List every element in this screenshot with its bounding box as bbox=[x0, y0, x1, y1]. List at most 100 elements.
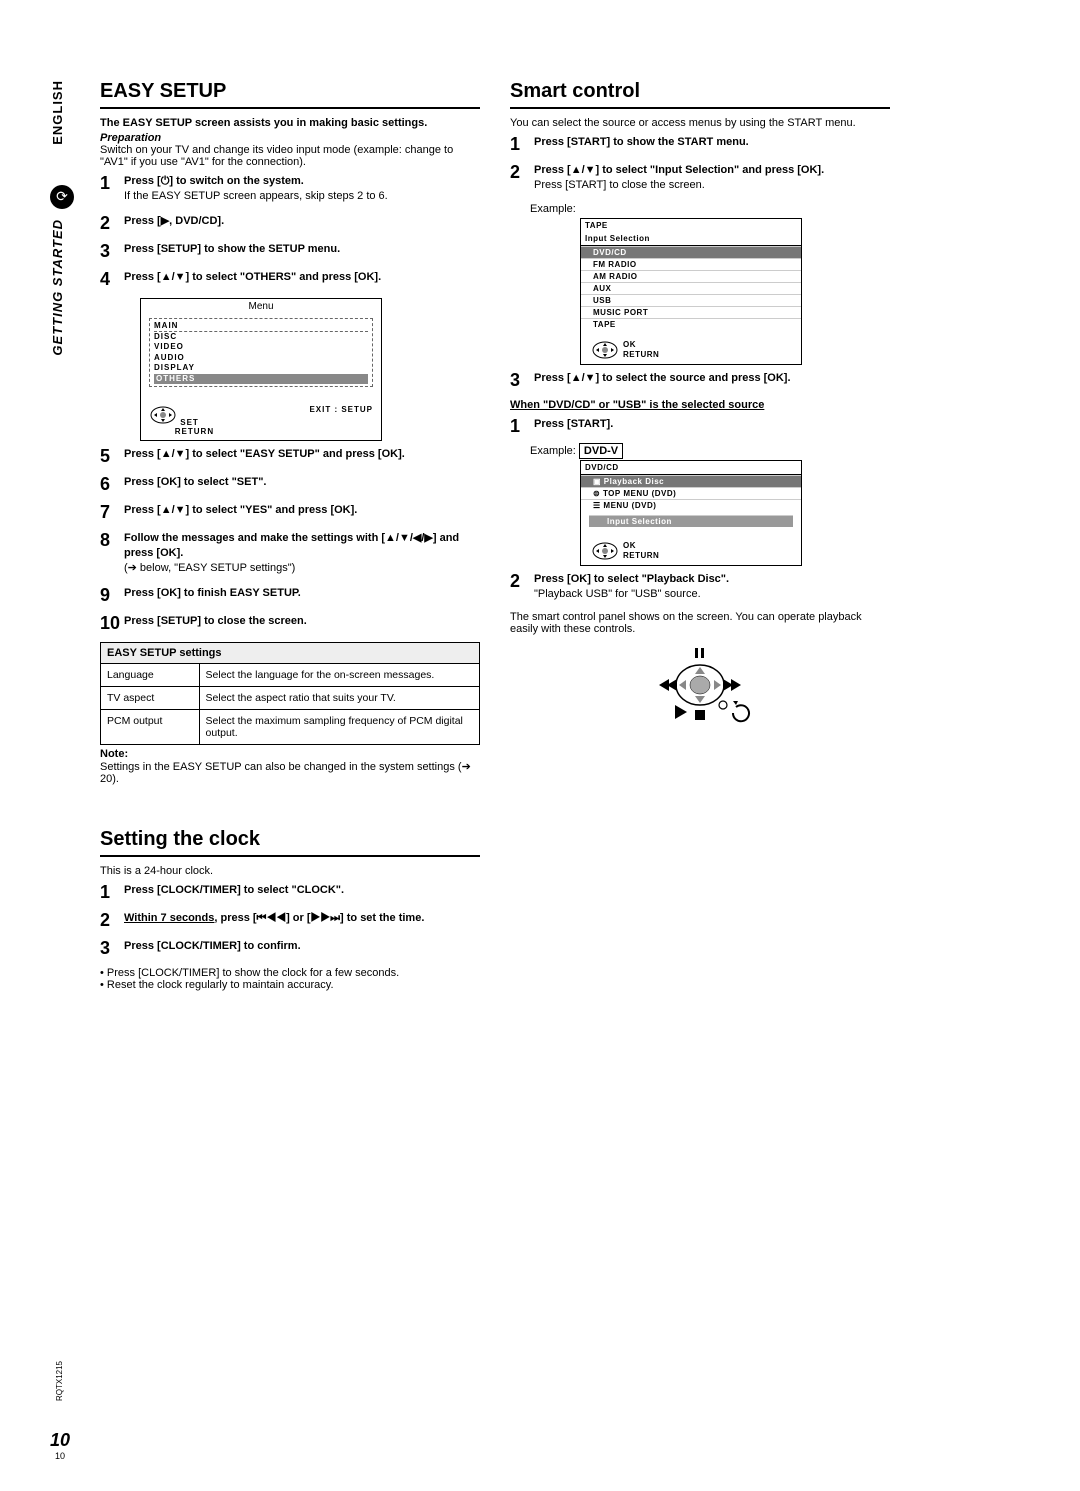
preparation-heading: Preparation bbox=[100, 132, 161, 144]
step-subtext: If the EASY SETUP screen appears, skip s… bbox=[124, 190, 388, 202]
step-text: Press [⏻] to switch on the system. bbox=[124, 175, 304, 187]
content-columns: EASY SETUP The EASY SETUP screen assists… bbox=[100, 80, 1040, 994]
step-text: Press [▲/▼] to select "YES" and press [O… bbox=[124, 503, 480, 521]
sidebar: ENGLISH ⟳ GETTING STARTED bbox=[50, 80, 80, 430]
panel-footer: OK RETURN bbox=[581, 531, 801, 565]
panel-item: TAPE bbox=[581, 318, 801, 330]
panel-item-selected: DVD/CD bbox=[581, 246, 801, 258]
panel-ok: OK bbox=[623, 541, 636, 550]
panel-head-input: Input Selection bbox=[581, 232, 801, 246]
step-number: 1 bbox=[510, 417, 534, 435]
menu-main: MAIN bbox=[154, 321, 368, 332]
step-subtext: Press [START] to close the screen. bbox=[534, 179, 705, 191]
step-underline: Within 7 seconds, bbox=[124, 912, 217, 924]
step-number: 10 bbox=[100, 614, 124, 632]
panel-item: ⊜ TOP MENU (DVD) bbox=[581, 487, 801, 499]
clock-note: Reset the clock regularly to maintain ac… bbox=[107, 979, 334, 991]
when-source-heading: When "DVD/CD" or "USB" is the selected s… bbox=[510, 399, 890, 411]
panel-item-label: Playback Disc bbox=[604, 477, 664, 486]
divider bbox=[100, 107, 480, 109]
step-text: Press [▲/▼] to select the source and pre… bbox=[534, 371, 890, 389]
step-text: Press [START] to show the START menu. bbox=[534, 135, 890, 153]
clock-steps: 1 Press [CLOCK/TIMER] to select "CLOCK".… bbox=[100, 883, 480, 957]
preparation-body: Switch on your TV and change its video i… bbox=[100, 144, 453, 168]
step-text: Press [OK] to select "Playback Disc". bbox=[534, 573, 729, 585]
step-number: 2 bbox=[100, 911, 124, 929]
panel-head-tape: TAPE bbox=[581, 219, 801, 232]
table-row: PCM output Select the maximum sampling f… bbox=[101, 709, 480, 744]
sidebar-step-icon: ⟳ bbox=[50, 185, 74, 209]
step-number: 9 bbox=[100, 586, 124, 604]
input-selection-panel: TAPE Input Selection DVD/CD FM RADIO AM … bbox=[580, 218, 802, 365]
menu-title: Menu bbox=[141, 299, 381, 314]
menu-exit-label: EXIT : SETUP bbox=[309, 405, 373, 436]
step-text: Press [▲/▼] to select "EASY SETUP" and p… bbox=[124, 447, 480, 465]
note-body: Settings in the EASY SETUP can also be c… bbox=[100, 761, 471, 785]
step-text: Press [OK] to finish EASY SETUP. bbox=[124, 586, 480, 604]
step-number: 5 bbox=[100, 447, 124, 465]
step-text: Press [SETUP] to close the screen. bbox=[124, 614, 480, 632]
step-number: 6 bbox=[100, 475, 124, 493]
step-text: Press [OK] to select "SET". bbox=[124, 475, 480, 493]
note-heading: Note: bbox=[100, 748, 128, 760]
step-number: 3 bbox=[100, 939, 124, 957]
step-number: 1 bbox=[510, 135, 534, 153]
menu-list: MAIN DISC VIDEO AUDIO DISPLAY OTHERS bbox=[149, 318, 373, 387]
settings-value: Select the aspect ratio that suits your … bbox=[199, 686, 479, 709]
easy-setup-heading: EASY SETUP bbox=[100, 80, 480, 103]
panel-return: RETURN bbox=[623, 551, 659, 560]
settings-key: Language bbox=[101, 663, 200, 686]
menu-return-label: RETURN bbox=[175, 427, 214, 436]
clock-note: Press [CLOCK/TIMER] to show the clock fo… bbox=[107, 967, 399, 979]
step-subtext: "Playback USB" for "USB" source. bbox=[534, 588, 701, 600]
nav-pad-icon bbox=[591, 541, 619, 561]
right-column: Smart control You can select the source … bbox=[510, 80, 890, 994]
divider bbox=[100, 855, 480, 857]
step-number: 1 bbox=[100, 174, 124, 204]
smart-step3: 3 Press [▲/▼] to select the source and p… bbox=[510, 371, 890, 389]
step-text: Press [▲/▼] to select "OTHERS" and press… bbox=[124, 270, 480, 288]
smart-control-heading: Smart control bbox=[510, 80, 890, 103]
smart-steps-a: 1 Press [START] to show the START menu. … bbox=[510, 135, 890, 193]
step-number: 7 bbox=[100, 503, 124, 521]
menu-set-label: SET bbox=[180, 418, 199, 427]
step-number: 2 bbox=[510, 572, 534, 602]
document-code: RQTX1215 bbox=[55, 1361, 64, 1401]
step-text: Press [SETUP] to show the SETUP menu. bbox=[124, 242, 480, 260]
easy-setup-steps-cont: 5 Press [▲/▼] to select "EASY SETUP" and… bbox=[100, 447, 480, 632]
sidebar-language: ENGLISH bbox=[50, 80, 65, 145]
menu-item: AUDIO bbox=[154, 353, 368, 363]
easy-setup-intro: The EASY SETUP screen assists you in mak… bbox=[100, 117, 480, 129]
step-subtext: (➔ below, "EASY SETUP settings") bbox=[124, 562, 295, 574]
step-text: Press [CLOCK/TIMER] to select "CLOCK". bbox=[124, 883, 480, 901]
example-label: Example: bbox=[530, 203, 890, 215]
menu-item: VIDEO bbox=[154, 342, 368, 352]
panel-item-selected: ▣ Playback Disc bbox=[581, 475, 801, 487]
easy-setup-steps: 1 Press [⏻] to switch on the system. If … bbox=[100, 174, 480, 288]
panel-item: AM RADIO bbox=[581, 270, 801, 282]
step-text: Press [CLOCK/TIMER] to confirm. bbox=[124, 939, 480, 957]
step-number: 8 bbox=[100, 531, 124, 576]
step-text: Press [▲/▼] to select "Input Selection" … bbox=[534, 164, 824, 176]
panel-item-label: MENU (DVD) bbox=[603, 501, 656, 510]
table-row: Language Select the language for the on-… bbox=[101, 663, 480, 686]
panel-head-dvdcd: DVD/CD bbox=[581, 461, 801, 475]
settings-key: TV aspect bbox=[101, 686, 200, 709]
page-number: 10 10 bbox=[50, 1430, 70, 1461]
settings-value: Select the maximum sampling frequency of… bbox=[199, 709, 479, 744]
step-number: 4 bbox=[100, 270, 124, 288]
panel-item-label: TOP MENU (DVD) bbox=[603, 489, 676, 498]
step-text: Press [START]. bbox=[534, 417, 890, 435]
settings-value: Select the language for the on-screen me… bbox=[199, 663, 479, 686]
divider bbox=[510, 107, 890, 109]
panel-item: AUX bbox=[581, 282, 801, 294]
menu-item: DISC bbox=[154, 332, 368, 342]
smart-control-outro: The smart control panel shows on the scr… bbox=[510, 611, 890, 635]
panel-subitem: Input Selection bbox=[589, 515, 793, 527]
step-text: press [⏮◀◀] or [▶▶⏭] to set the time. bbox=[217, 912, 424, 924]
page-number-big: 10 bbox=[50, 1430, 70, 1451]
panel-item: ☰ MENU (DVD) bbox=[581, 499, 801, 511]
example2-box: DVD-V bbox=[579, 443, 623, 459]
page: ENGLISH ⟳ GETTING STARTED EASY SETUP The… bbox=[0, 0, 1080, 1491]
smart-step-b2: 2 Press [OK] to select "Playback Disc". … bbox=[510, 572, 890, 602]
